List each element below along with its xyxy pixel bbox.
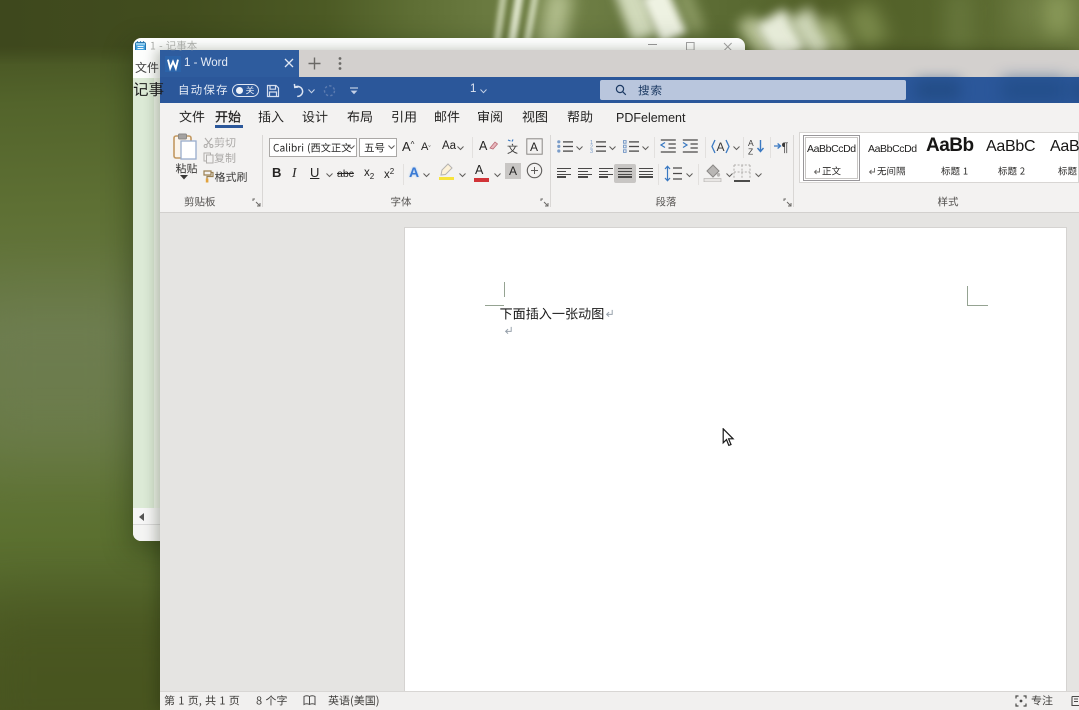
svg-text:¶: ¶ [782, 140, 789, 155]
svg-text:Z: Z [748, 147, 753, 156]
svg-text:A: A [717, 140, 725, 154]
svg-text:3: 3 [590, 149, 593, 155]
svg-text:A: A [530, 140, 538, 154]
